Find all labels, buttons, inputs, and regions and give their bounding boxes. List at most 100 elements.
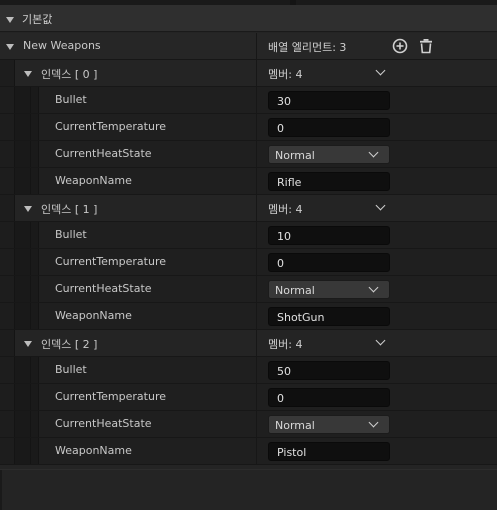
indent-gutter [0,330,15,356]
element-member-count: 멤버: 4 [268,338,303,351]
element-options-chevron-icon[interactable] [375,335,386,346]
column-divider[interactable] [256,438,257,464]
heat-state-dropdown[interactable]: Normal [268,280,390,299]
panel-empty-area [0,469,497,510]
indent-gutter [15,222,31,248]
property-row: Bullet 10 [0,222,497,249]
weapon-name-field[interactable]: ShotGun [268,307,390,326]
add-element-button[interactable] [391,33,409,59]
dropdown-value: Normal [275,149,315,162]
weapon-name-field[interactable]: Pistol [268,442,390,461]
element-expand-arrow-icon[interactable] [24,206,32,212]
property-row: CurrentTemperature 0 [0,249,497,276]
element-options-chevron-icon[interactable] [375,65,386,76]
property-row: CurrentHeatState Normal [0,141,497,168]
column-divider[interactable] [256,330,257,356]
property-name: Bullet [55,228,87,241]
column-divider[interactable] [256,141,257,167]
element-expand-arrow-icon[interactable] [24,341,32,347]
indent-gutter [0,87,15,113]
indent-gutter [0,141,15,167]
indent-gutter [15,249,31,275]
indent-gutter [0,276,15,302]
indent-gutter [15,168,31,194]
element-member-count: 멤버: 4 [268,203,303,216]
chevron-down-icon [368,147,379,158]
property-row: Bullet 50 [0,357,497,384]
category-title: 기본값 [22,13,53,26]
indent-gutter [15,438,31,464]
array-expand-arrow-icon[interactable] [6,44,14,50]
indent-gutter [15,141,31,167]
column-divider[interactable] [256,60,257,86]
property-row: WeaponName Rifle [0,168,497,195]
property-name: CurrentHeatState [55,282,152,295]
column-divider[interactable] [256,33,257,59]
element-expand-arrow-icon[interactable] [24,71,32,77]
element-index-label: 인덱스 [ 1 ] [41,203,98,216]
property-name: CurrentHeatState [55,147,152,160]
indent-gutter [15,303,31,329]
array-property-name: New Weapons [23,39,101,52]
clear-array-button[interactable] [417,33,435,59]
column-divider[interactable] [256,249,257,275]
column-divider[interactable] [256,222,257,248]
indent-gutter [15,276,31,302]
indent-gutter [31,411,39,437]
weapon-name-field[interactable]: Rifle [268,172,390,191]
element-member-count: 멤버: 4 [268,68,303,81]
array-element-row: 인덱스 [ 1 ] 멤버: 4 [0,195,497,222]
numeric-input[interactable]: 0 [268,388,390,407]
column-divider[interactable] [256,87,257,113]
property-row: Bullet 30 [0,87,497,114]
indent-gutter [31,438,39,464]
column-divider[interactable] [256,114,257,140]
column-divider[interactable] [256,303,257,329]
indent-gutter [0,249,15,275]
indent-gutter [31,87,39,113]
column-divider[interactable] [256,195,257,221]
column-divider[interactable] [256,168,257,194]
indent-gutter [0,60,15,86]
indent-gutter [15,411,31,437]
property-row: CurrentTemperature 0 [0,114,497,141]
indent-gutter [0,384,15,410]
indent-gutter [31,249,39,275]
numeric-input[interactable]: 10 [268,226,390,245]
column-divider[interactable] [256,276,257,302]
element-options-chevron-icon[interactable] [375,200,386,211]
indent-gutter [0,222,15,248]
dropdown-value: Normal [275,419,315,432]
indent-gutter [31,384,39,410]
indent-gutter [15,87,31,113]
indent-gutter [15,384,31,410]
panel-left-edge [0,470,2,510]
indent-gutter [0,168,15,194]
heat-state-dropdown[interactable]: Normal [268,145,390,164]
numeric-input[interactable]: 0 [268,118,390,137]
indent-gutter [31,303,39,329]
property-name: CurrentTemperature [55,390,166,403]
property-name: WeaponName [55,309,132,322]
property-name: CurrentTemperature [55,120,166,133]
collapse-arrow-icon[interactable] [6,17,14,23]
indent-gutter [0,195,15,221]
column-divider[interactable] [256,411,257,437]
property-name: WeaponName [55,444,132,457]
numeric-input[interactable]: 50 [268,361,390,380]
array-element-count: 배열 엘리먼트: 3 [268,41,347,54]
numeric-input[interactable]: 0 [268,253,390,272]
heat-state-dropdown[interactable]: Normal [268,415,390,434]
indent-gutter [31,114,39,140]
property-name: CurrentTemperature [55,255,166,268]
column-divider[interactable] [256,384,257,410]
numeric-input[interactable]: 30 [268,91,390,110]
array-property-row: New Weapons 배열 엘리먼트: 3 [0,33,497,60]
indent-gutter [0,357,15,383]
property-name: CurrentHeatState [55,417,152,430]
indent-gutter [0,303,15,329]
category-header[interactable]: 기본값 [0,5,497,32]
column-divider[interactable] [256,357,257,383]
element-index-label: 인덱스 [ 2 ] [41,338,98,351]
chevron-down-icon [368,417,379,428]
